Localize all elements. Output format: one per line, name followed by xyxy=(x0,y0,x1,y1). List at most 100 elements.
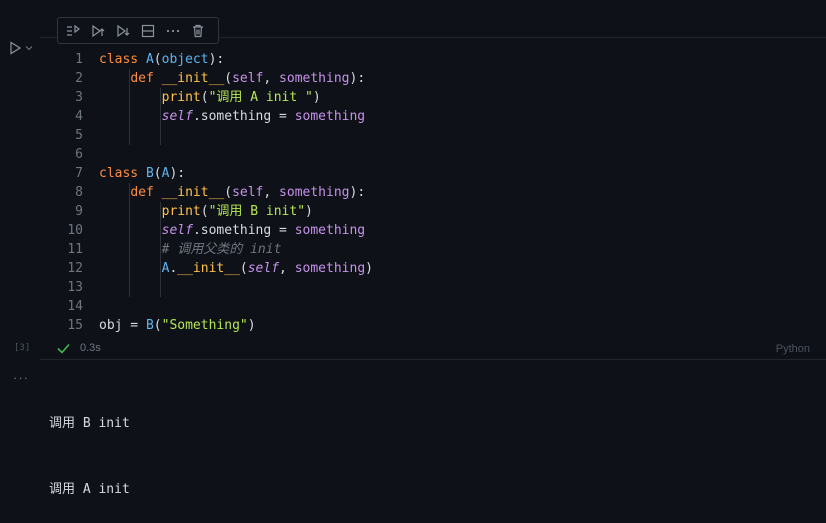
line-number: 5 xyxy=(75,128,83,143)
code-token: something xyxy=(279,71,350,86)
code-text[interactable]: def __init__(self, something): xyxy=(99,69,365,88)
code-text[interactable]: print("调用 B init") xyxy=(99,202,313,221)
cell-toolbar xyxy=(57,17,219,44)
code-token: ): xyxy=(349,71,366,86)
code-token: ( xyxy=(200,204,209,219)
code-token: ): xyxy=(349,185,366,200)
indent-guide xyxy=(160,88,162,145)
code-token: object xyxy=(161,52,209,67)
code-text[interactable]: A.__init__(self, something) xyxy=(99,259,373,278)
code-text[interactable]: self.something = something xyxy=(99,107,366,126)
line-number: 9 xyxy=(75,204,83,219)
code-token: ( xyxy=(153,318,162,333)
run-by-line-icon[interactable] xyxy=(64,22,82,40)
code-token: ( xyxy=(239,261,248,276)
execute-below-icon[interactable] xyxy=(114,22,132,40)
code-token: ) xyxy=(365,261,373,276)
code-line[interactable]: 5 xyxy=(40,126,826,145)
code-token: "Something" xyxy=(161,318,248,333)
code-line[interactable]: 3 print("调用 A init ") xyxy=(40,88,826,107)
code-token: "调用 B init" xyxy=(208,204,306,219)
code-text[interactable]: class A(object): xyxy=(99,50,224,69)
code-line[interactable]: 4 self.something = something xyxy=(40,107,826,126)
line-number: 2 xyxy=(75,71,83,86)
code-token: something xyxy=(279,185,350,200)
code-token: ( xyxy=(153,166,162,181)
code-text[interactable]: print("调用 A init ") xyxy=(99,88,321,107)
more-icon[interactable] xyxy=(164,22,182,40)
run-cell-button[interactable] xyxy=(9,40,39,56)
code-token: __init__ xyxy=(161,71,225,86)
delete-icon[interactable] xyxy=(189,22,207,40)
cell-output: 调用 B init 调用 A init xyxy=(49,369,130,523)
code-token: ( xyxy=(153,52,162,67)
code-token: ( xyxy=(224,185,233,200)
execution-count: [3] xyxy=(14,343,31,353)
code-text[interactable]: class B(A): xyxy=(99,164,185,183)
code-token: "调用 A init " xyxy=(208,90,313,105)
code-line[interactable]: 7 class B(A): xyxy=(40,164,826,183)
line-number: 13 xyxy=(67,280,83,295)
chevron-down-icon[interactable] xyxy=(25,44,33,52)
code-token: ): xyxy=(169,166,186,181)
code-token: , xyxy=(263,71,280,86)
line-number: 4 xyxy=(75,109,83,124)
line-number: 11 xyxy=(67,242,83,257)
code-token: B xyxy=(145,318,154,333)
code-token: # 调用父类的 init xyxy=(161,242,282,257)
code-token: ( xyxy=(224,71,233,86)
code-line[interactable]: 12 A.__init__(self, something) xyxy=(40,259,826,278)
code-line[interactable]: 1 class A(object): xyxy=(40,50,826,69)
line-number: 8 xyxy=(75,185,83,200)
code-text[interactable]: self.something = something xyxy=(99,221,366,240)
code-line[interactable]: 14 xyxy=(40,297,826,316)
code-text[interactable]: obj = B("Something") xyxy=(99,316,256,335)
line-number: 14 xyxy=(67,299,83,314)
code-line[interactable]: 13 xyxy=(40,278,826,297)
code-token: def xyxy=(130,185,154,200)
code-line[interactable]: 6 xyxy=(40,145,826,164)
code-token: def xyxy=(130,71,154,86)
code-text[interactable]: # 调用父类的 init xyxy=(99,240,282,259)
output-menu-icon[interactable]: ··· xyxy=(13,370,29,385)
code-token: __init__ xyxy=(177,261,240,276)
language-label[interactable]: Python xyxy=(776,343,810,355)
code-text[interactable]: def __init__(self, something): xyxy=(99,183,365,202)
code-line[interactable]: 9 print("调用 B init") xyxy=(40,202,826,221)
split-cell-icon[interactable] xyxy=(139,22,157,40)
play-icon xyxy=(10,41,21,55)
code-line[interactable]: 11 # 调用父类的 init xyxy=(40,240,826,259)
indent-guide xyxy=(129,183,130,297)
code-line[interactable]: 8 def __init__(self, something): xyxy=(40,183,826,202)
line-number: 10 xyxy=(67,223,83,238)
code-token: , xyxy=(263,185,280,200)
output-line: 调用 A init xyxy=(49,482,130,497)
code-token: ( xyxy=(200,90,209,105)
code-token: ): xyxy=(208,52,225,67)
code-token: ) xyxy=(312,90,321,105)
code-token: B xyxy=(145,166,154,181)
code-token: obj = xyxy=(99,318,146,333)
code-cell[interactable]: 1 class A(object): 2 def __init__(self, so… xyxy=(40,37,826,360)
code-line[interactable]: 10 self.something = something xyxy=(40,221,826,240)
code-token: something xyxy=(294,223,366,238)
code-token: class xyxy=(99,166,139,181)
cell-status: 0.3s xyxy=(57,342,101,354)
execute-above-icon[interactable] xyxy=(89,22,107,40)
code-token: , xyxy=(279,261,295,276)
code-token: class xyxy=(99,52,139,67)
code-token: something xyxy=(294,109,366,124)
indent-guide xyxy=(160,202,162,297)
code-line[interactable]: 2 def __init__(self, something): xyxy=(40,69,826,88)
code-token: __init__ xyxy=(161,185,225,200)
code-line[interactable]: 15 obj = B("Something") xyxy=(40,316,826,335)
check-icon xyxy=(57,343,70,354)
